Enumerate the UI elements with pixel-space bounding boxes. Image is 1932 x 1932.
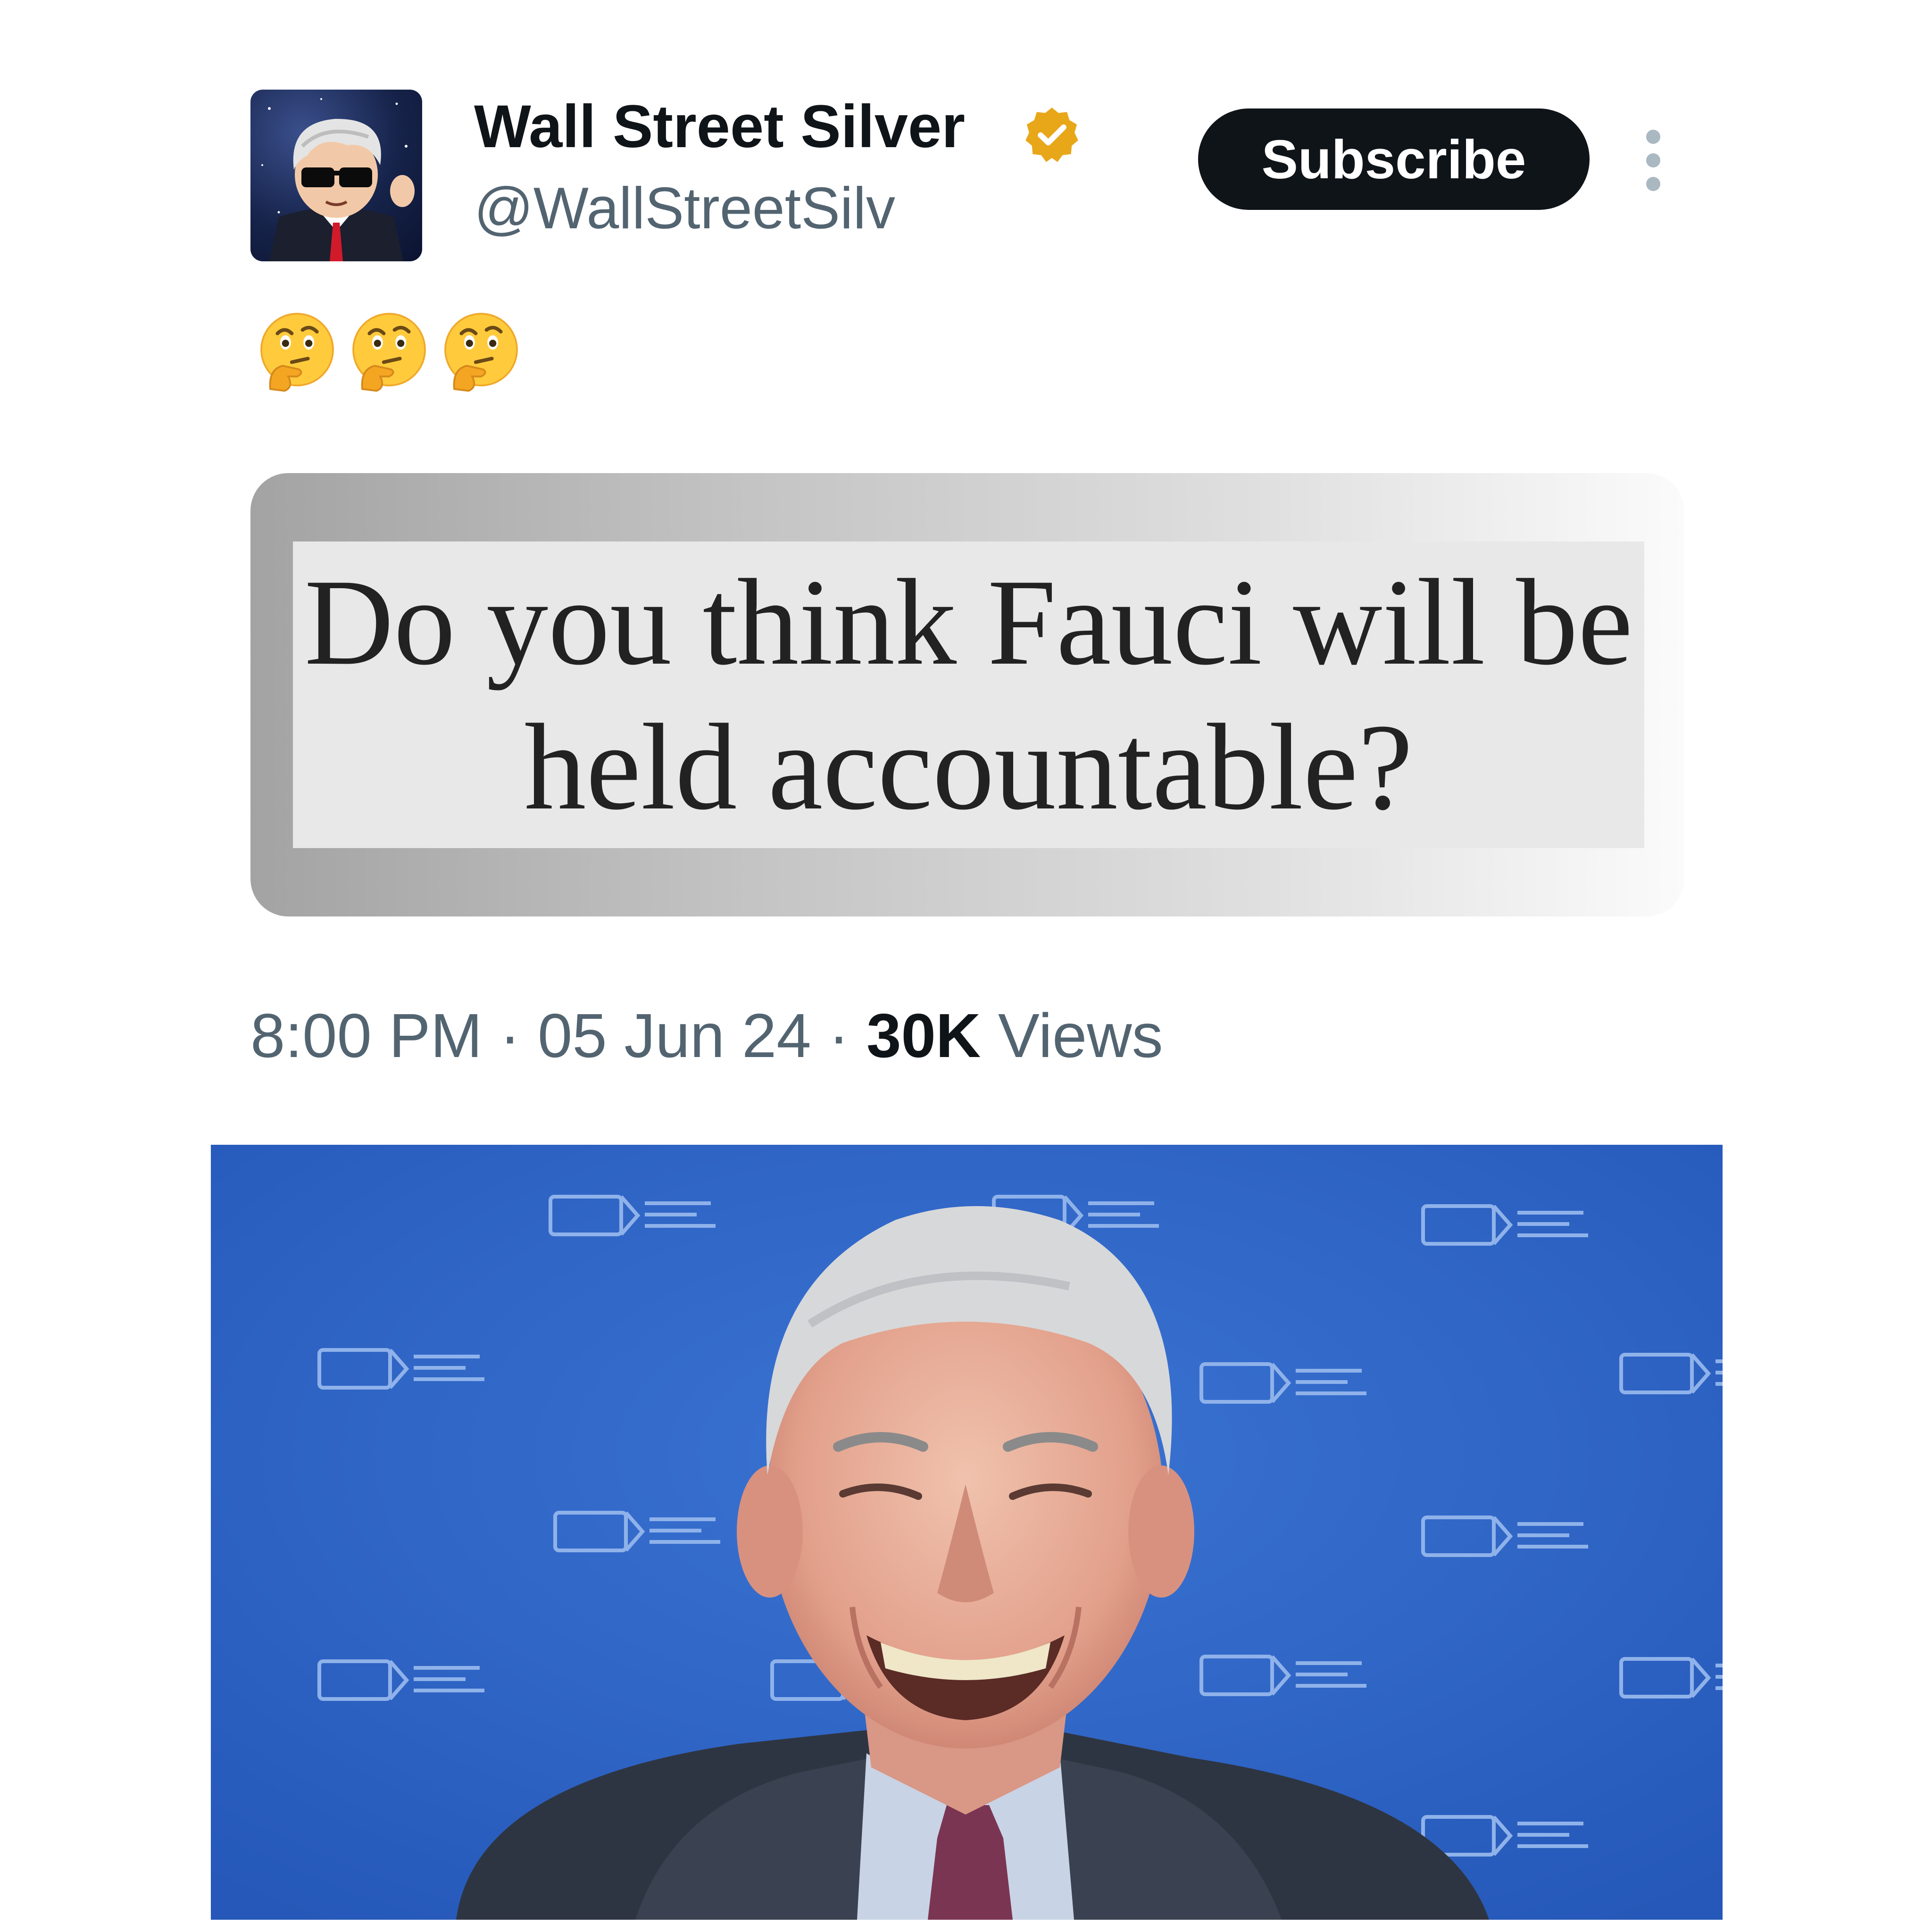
quote-text: Do you think Fauci will be held accounta…	[304, 554, 1633, 835]
tweet-date[interactable]: 05 Jun 24	[538, 1001, 811, 1070]
tweet-body-emoji-row	[252, 307, 526, 396]
tweet-media-image[interactable]	[211, 1145, 1723, 1920]
views-count[interactable]: 30K	[866, 1001, 981, 1070]
thinking-face-icon	[260, 313, 334, 392]
tweet-time[interactable]: 8:00 PM	[250, 1001, 483, 1070]
quote-card-inner: Do you think Fauci will be held accounta…	[293, 541, 1644, 848]
quote-card[interactable]: Do you think Fauci will be held accounta…	[250, 473, 1684, 916]
subscribe-button[interactable]: Subscribe	[1198, 108, 1590, 210]
avatar[interactable]	[250, 90, 422, 261]
author-name[interactable]: Wall Street Silver	[474, 97, 965, 157]
photo-man-laughing-nih-backdrop	[211, 1145, 1723, 1920]
tweet-meta: 8:00 PM · 05 Jun 24 · 30K Views	[250, 1005, 1163, 1067]
meta-separator: ·	[500, 1001, 521, 1070]
thinking-face-icon	[444, 313, 518, 392]
more-vertical-icon[interactable]	[1641, 130, 1665, 191]
views-label[interactable]: Views	[998, 1001, 1163, 1070]
thinking-face-icon	[352, 313, 426, 392]
cartoon-man-sunglasses-icon	[261, 98, 415, 261]
author-handle[interactable]: @WallStreetSilv	[474, 179, 895, 238]
verified-badge-icon	[1021, 104, 1083, 165]
meta-separator: ·	[828, 1001, 849, 1070]
